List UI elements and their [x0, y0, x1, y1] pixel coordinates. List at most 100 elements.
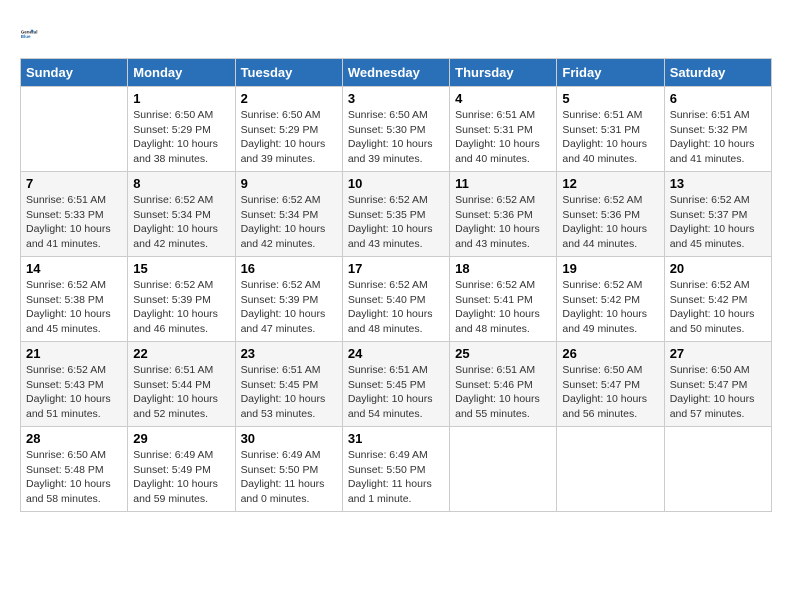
day-number: 16 — [241, 261, 337, 276]
day-info: Sunrise: 6:52 AMSunset: 5:36 PMDaylight:… — [562, 193, 658, 252]
day-info: Sunrise: 6:50 AMSunset: 5:29 PMDaylight:… — [241, 108, 337, 167]
day-number: 24 — [348, 346, 444, 361]
calendar-cell: 3 Sunrise: 6:50 AMSunset: 5:30 PMDaylight… — [342, 87, 449, 172]
day-number: 27 — [670, 346, 766, 361]
day-number: 25 — [455, 346, 551, 361]
calendar-cell: 23 Sunrise: 6:51 AMSunset: 5:45 PMDayligh… — [235, 342, 342, 427]
calendar-cell: 26 Sunrise: 6:50 AMSunset: 5:47 PMDayligh… — [557, 342, 664, 427]
day-number: 14 — [26, 261, 122, 276]
calendar-cell: 7Sunrise: 6:51 AMSunset: 5:33 PMDaylight… — [21, 172, 128, 257]
day-info: Sunrise: 6:51 AMSunset: 5:44 PMDaylight:… — [133, 363, 229, 422]
weekday-header: Sunday — [21, 59, 128, 87]
calendar-week-row: 28Sunrise: 6:50 AMSunset: 5:48 PMDayligh… — [21, 427, 772, 512]
day-info: Sunrise: 6:50 AMSunset: 5:30 PMDaylight:… — [348, 108, 444, 167]
weekday-header: Tuesday — [235, 59, 342, 87]
day-info: Sunrise: 6:52 AMSunset: 5:42 PMDaylight:… — [670, 278, 766, 337]
calendar-cell: 18Sunrise: 6:52 AMSunset: 5:41 PMDayligh… — [450, 257, 557, 342]
day-info: Sunrise: 6:52 AMSunset: 5:37 PMDaylight:… — [670, 193, 766, 252]
calendar-cell — [21, 87, 128, 172]
day-number: 13 — [670, 176, 766, 191]
calendar-cell: 11Sunrise: 6:52 AMSunset: 5:36 PMDayligh… — [450, 172, 557, 257]
day-number: 28 — [26, 431, 122, 446]
day-number: 22 — [133, 346, 229, 361]
calendar-cell: 16 Sunrise: 6:52 AMSunset: 5:39 PMDayligh… — [235, 257, 342, 342]
page-header: General Blue — [20, 20, 772, 48]
calendar-cell: 1Sunrise: 6:50 AMSunset: 5:29 PMDaylight… — [128, 87, 235, 172]
day-info: Sunrise: 6:50 AMSunset: 5:47 PMDaylight:… — [562, 363, 658, 422]
day-info: Sunrise: 6:49 AMSunset: 5:50 PMDaylight:… — [241, 448, 337, 507]
day-info: Sunrise: 6:52 AMSunset: 5:43 PMDaylight:… — [26, 363, 122, 422]
header-row: SundayMondayTuesdayWednesdayThursdayFrid… — [21, 59, 772, 87]
calendar-week-row: 14 Sunrise: 6:52 AMSunset: 5:38 PMDayligh… — [21, 257, 772, 342]
day-number: 10 — [348, 176, 444, 191]
calendar-cell: 19 Sunrise: 6:52 AMSunset: 5:42 PMDayligh… — [557, 257, 664, 342]
calendar-cell: 31Sunrise: 6:49 AMSunset: 5:50 PMDayligh… — [342, 427, 449, 512]
calendar-cell: 15 Sunrise: 6:52 AMSunset: 5:39 PMDayligh… — [128, 257, 235, 342]
calendar-cell: 13 Sunrise: 6:52 AMSunset: 5:37 PMDayligh… — [664, 172, 771, 257]
calendar-cell: 6Sunrise: 6:51 AMSunset: 5:32 PMDaylight… — [664, 87, 771, 172]
day-number: 9 — [241, 176, 337, 191]
day-info: Sunrise: 6:52 AMSunset: 5:41 PMDaylight:… — [455, 278, 551, 337]
calendar-cell: 22 Sunrise: 6:51 AMSunset: 5:44 PMDayligh… — [128, 342, 235, 427]
day-info: Sunrise: 6:52 AMSunset: 5:35 PMDaylight:… — [348, 193, 444, 252]
day-number: 19 — [562, 261, 658, 276]
day-number: 12 — [562, 176, 658, 191]
day-info: Sunrise: 6:49 AMSunset: 5:49 PMDaylight:… — [133, 448, 229, 507]
day-number: 5 — [562, 91, 658, 106]
calendar-cell: 25 Sunrise: 6:51 AMSunset: 5:46 PMDayligh… — [450, 342, 557, 427]
day-info: Sunrise: 6:50 AMSunset: 5:47 PMDaylight:… — [670, 363, 766, 422]
day-number: 7 — [26, 176, 122, 191]
calendar-cell: 2 Sunrise: 6:50 AMSunset: 5:29 PMDaylight… — [235, 87, 342, 172]
weekday-header: Friday — [557, 59, 664, 87]
day-number: 29 — [133, 431, 229, 446]
day-number: 3 — [348, 91, 444, 106]
weekday-header: Monday — [128, 59, 235, 87]
day-info: Sunrise: 6:51 AMSunset: 5:32 PMDaylight:… — [670, 108, 766, 167]
calendar-cell: 8 Sunrise: 6:52 AMSunset: 5:34 PMDaylight… — [128, 172, 235, 257]
calendar-cell: 14 Sunrise: 6:52 AMSunset: 5:38 PMDayligh… — [21, 257, 128, 342]
calendar-week-row: 21Sunrise: 6:52 AMSunset: 5:43 PMDayligh… — [21, 342, 772, 427]
day-info: Sunrise: 6:52 AMSunset: 5:38 PMDaylight:… — [26, 278, 122, 337]
day-info: Sunrise: 6:52 AMSunset: 5:39 PMDaylight:… — [133, 278, 229, 337]
weekday-header: Thursday — [450, 59, 557, 87]
day-info: Sunrise: 6:49 AMSunset: 5:50 PMDaylight:… — [348, 448, 444, 507]
day-info: Sunrise: 6:51 AMSunset: 5:46 PMDaylight:… — [455, 363, 551, 422]
calendar-table: SundayMondayTuesdayWednesdayThursdayFrid… — [20, 58, 772, 512]
day-number: 23 — [241, 346, 337, 361]
day-number: 2 — [241, 91, 337, 106]
calendar-cell: 30 Sunrise: 6:49 AMSunset: 5:50 PMDayligh… — [235, 427, 342, 512]
day-number: 26 — [562, 346, 658, 361]
calendar-cell: 24 Sunrise: 6:51 AMSunset: 5:45 PMDayligh… — [342, 342, 449, 427]
day-info: Sunrise: 6:52 AMSunset: 5:42 PMDaylight:… — [562, 278, 658, 337]
calendar-cell: 28Sunrise: 6:50 AMSunset: 5:48 PMDayligh… — [21, 427, 128, 512]
day-info: Sunrise: 6:52 AMSunset: 5:34 PMDaylight:… — [241, 193, 337, 252]
day-number: 20 — [670, 261, 766, 276]
day-info: Sunrise: 6:52 AMSunset: 5:36 PMDaylight:… — [455, 193, 551, 252]
day-info: Sunrise: 6:51 AMSunset: 5:45 PMDaylight:… — [348, 363, 444, 422]
day-info: Sunrise: 6:52 AMSunset: 5:34 PMDaylight:… — [133, 193, 229, 252]
calendar-cell: 29 Sunrise: 6:49 AMSunset: 5:49 PMDayligh… — [128, 427, 235, 512]
day-info: Sunrise: 6:51 AMSunset: 5:31 PMDaylight:… — [455, 108, 551, 167]
logo-icon: General Blue — [20, 20, 48, 48]
day-number: 17 — [348, 261, 444, 276]
calendar-cell — [664, 427, 771, 512]
calendar-week-row: 7Sunrise: 6:51 AMSunset: 5:33 PMDaylight… — [21, 172, 772, 257]
calendar-week-row: 1Sunrise: 6:50 AMSunset: 5:29 PMDaylight… — [21, 87, 772, 172]
calendar-cell: 21Sunrise: 6:52 AMSunset: 5:43 PMDayligh… — [21, 342, 128, 427]
svg-text:Blue: Blue — [21, 34, 31, 39]
calendar-cell: 27 Sunrise: 6:50 AMSunset: 5:47 PMDayligh… — [664, 342, 771, 427]
day-info: Sunrise: 6:51 AMSunset: 5:31 PMDaylight:… — [562, 108, 658, 167]
day-info: Sunrise: 6:50 AMSunset: 5:29 PMDaylight:… — [133, 108, 229, 167]
day-number: 8 — [133, 176, 229, 191]
weekday-header: Saturday — [664, 59, 771, 87]
calendar-cell — [450, 427, 557, 512]
day-number: 30 — [241, 431, 337, 446]
day-info: Sunrise: 6:52 AMSunset: 5:39 PMDaylight:… — [241, 278, 337, 337]
calendar-cell — [557, 427, 664, 512]
calendar-cell: 12 Sunrise: 6:52 AMSunset: 5:36 PMDayligh… — [557, 172, 664, 257]
calendar-cell: 4Sunrise: 6:51 AMSunset: 5:31 PMDaylight… — [450, 87, 557, 172]
calendar-cell: 9 Sunrise: 6:52 AMSunset: 5:34 PMDaylight… — [235, 172, 342, 257]
day-info: Sunrise: 6:52 AMSunset: 5:40 PMDaylight:… — [348, 278, 444, 337]
day-number: 15 — [133, 261, 229, 276]
day-info: Sunrise: 6:51 AMSunset: 5:45 PMDaylight:… — [241, 363, 337, 422]
